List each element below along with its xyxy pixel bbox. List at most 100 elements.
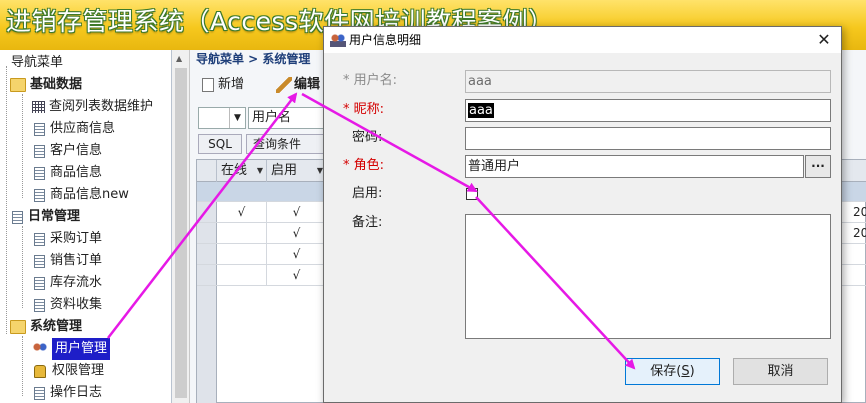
folder-open-icon [10, 78, 26, 92]
document-icon [34, 254, 45, 268]
tree-group-basic-data[interactable]: 基础数据 [10, 74, 82, 96]
cell-enabled: √ [267, 265, 327, 286]
dialog-titlebar[interactable]: 用户信息明细 ✕ [324, 27, 841, 53]
note-textarea[interactable] [465, 214, 831, 339]
cell-date: 20 [853, 205, 866, 219]
tree-item-label: 操作日志 [50, 385, 103, 400]
new-document-icon [202, 78, 214, 92]
row-header[interactable] [197, 265, 217, 285]
user-detail-dialog: 用户信息明细 ✕ * 用户名: aaa * 昵称: aaa 密码: * 角色: … [323, 26, 842, 403]
document-icon [34, 144, 45, 158]
scrollbar-thumb[interactable] [175, 68, 187, 398]
role-label: * 角色: [343, 158, 385, 173]
tree-item-inventory-flow[interactable]: 库存流水 [32, 272, 102, 294]
query-condition-button[interactable]: 查询条件 [246, 134, 326, 154]
save-button[interactable]: 保存(S) [625, 358, 720, 385]
tree-item-label: 供应商信息 [50, 121, 116, 136]
tree-item-label: 查阅列表数据维护 [49, 99, 154, 114]
column-header-label: 启用 [271, 163, 298, 178]
cell-online [217, 244, 267, 265]
tree-group-label: 日常管理 [28, 209, 81, 224]
new-button-label: 新增 [218, 77, 245, 92]
cell-online: √ [217, 202, 267, 223]
document-icon [34, 188, 45, 202]
edit-button-label: 编辑 [294, 77, 321, 92]
password-field[interactable] [465, 127, 831, 150]
tree-item-sales-order[interactable]: 销售订单 [32, 250, 102, 272]
save-button-label: 保存( [650, 364, 682, 379]
scroll-up-icon[interactable]: ▲ [176, 54, 182, 63]
tree-item-label: 权限管理 [52, 363, 105, 378]
document-icon [34, 276, 45, 290]
column-header-enabled[interactable]: 启用 ▼ [267, 160, 327, 182]
role-field[interactable]: 普通用户 [465, 155, 804, 178]
tree-item-supplier[interactable]: 供应商信息 [32, 118, 115, 140]
column-filter-icon[interactable]: ▼ [257, 160, 263, 182]
column-header-online[interactable]: 在线 ▼ [217, 160, 267, 182]
chevron-down-icon[interactable]: ▼ [229, 108, 245, 128]
sidebar-scrollbar[interactable]: ▲ [172, 50, 190, 403]
tree-item-label: 商品信息new [50, 187, 129, 202]
filter-field-input[interactable]: 用户名 [248, 107, 328, 129]
nickname-field[interactable]: aaa [465, 99, 831, 122]
cancel-button[interactable]: 取消 [733, 358, 828, 385]
username-label: * 用户名: [343, 73, 398, 88]
row-header[interactable] [197, 202, 217, 222]
sql-button[interactable]: SQL [198, 134, 242, 154]
dialog-title: 用户信息明细 [349, 33, 422, 47]
cell-enabled: √ [267, 223, 327, 244]
save-button-tail: ) [689, 364, 695, 379]
tree-item-permission[interactable]: 权限管理 [32, 360, 104, 382]
tree-item-label: 库存流水 [50, 275, 103, 290]
cell-enabled: √ [267, 202, 327, 223]
tree-item-customer[interactable]: 客户信息 [32, 140, 102, 162]
lock-icon [34, 364, 46, 378]
document-icon [34, 166, 45, 180]
tree-item-user-management[interactable]: 用户管理 [32, 338, 111, 360]
tree-item-purchase-order[interactable]: 采购订单 [32, 228, 102, 250]
tree-item-label: 资料收集 [50, 297, 103, 312]
edit-button[interactable]: 编辑 [276, 75, 320, 95]
enabled-label: 启用: [352, 186, 383, 201]
column-header-label: 在线 [221, 163, 248, 178]
password-label: 密码: [352, 130, 383, 145]
tree-item-data-collection[interactable]: 资料收集 [32, 294, 102, 316]
tree-item-product-new[interactable]: 商品信息new [32, 184, 129, 206]
username-field[interactable]: aaa [465, 70, 831, 93]
tree-group-label: 系统管理 [30, 319, 83, 334]
users-icon [330, 33, 346, 47]
tree-group-daily[interactable]: 日常管理 [10, 206, 80, 228]
filter-operator-select[interactable]: ▼ [198, 107, 246, 129]
cell-date: 20 [853, 226, 866, 240]
folder-open-icon [10, 320, 26, 334]
tree-item-label: 采购订单 [50, 231, 103, 246]
note-label: 备注: [352, 215, 383, 230]
tree-item-label: 商品信息 [50, 165, 103, 180]
new-button[interactable]: 新增 [202, 75, 244, 95]
tree-root[interactable]: 导航菜单 [0, 52, 63, 74]
nickname-value: aaa [468, 103, 494, 118]
tree-item-product[interactable]: 商品信息 [32, 162, 102, 184]
document-icon [34, 122, 45, 136]
enabled-checkbox[interactable] [466, 188, 478, 200]
close-icon[interactable]: ✕ [807, 27, 841, 53]
role-picker-button[interactable]: ... [805, 155, 831, 178]
tree-group-system[interactable]: 系统管理 [10, 316, 82, 338]
tree-item-label: 用户管理 [52, 338, 111, 360]
document-icon [34, 386, 45, 400]
tree-item-label: 客户信息 [50, 143, 103, 158]
document-icon [12, 210, 23, 224]
document-icon [34, 298, 45, 312]
cell-enabled: √ [267, 244, 327, 265]
edit-pencil-icon [276, 77, 292, 93]
row-header-empty [197, 286, 217, 403]
row-header[interactable] [197, 223, 217, 243]
document-icon [34, 232, 45, 246]
tree-item-operation-log[interactable]: 操作日志 [32, 382, 102, 403]
root-icon [2, 57, 6, 70]
grid-corner [197, 160, 217, 182]
row-header[interactable] [197, 244, 217, 264]
save-accesskey: S [681, 364, 690, 379]
nickname-label: * 昵称: [343, 102, 385, 117]
tree-item-lookup-maintenance[interactable]: 查阅列表数据维护 [32, 96, 153, 118]
